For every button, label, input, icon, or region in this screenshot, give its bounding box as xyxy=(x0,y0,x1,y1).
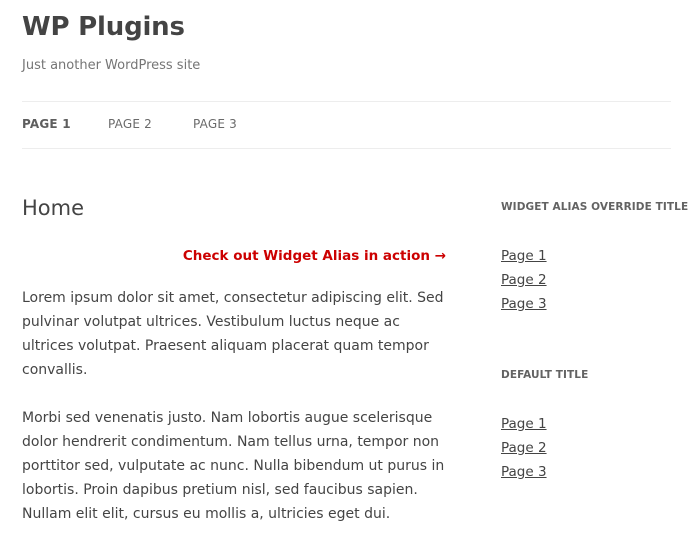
widget-default: Default Title Page 1 Page 2 Page 3 xyxy=(501,369,676,483)
content-paragraph-2: Morbi sed venenatis justo. Nam lobortis … xyxy=(22,410,445,522)
nav-item-page-2[interactable]: Page 2 xyxy=(108,117,152,131)
site-description: Just another WordPress site xyxy=(22,58,201,73)
widget-link-list: Page 1 Page 2 Page 3 xyxy=(501,411,676,483)
widget-link-page-3[interactable]: Page 3 xyxy=(501,296,547,312)
list-item: Page 1 xyxy=(501,243,676,267)
content-paragraph-1: Lorem ipsum dolor sit amet, consectetur … xyxy=(22,290,444,378)
entry-title: Home xyxy=(22,196,85,220)
widget-link-page-2[interactable]: Page 2 xyxy=(501,440,547,456)
list-item: Page 3 xyxy=(501,459,676,483)
widget-link-page-1[interactable]: Page 1 xyxy=(501,416,547,432)
widget-title: Default Title xyxy=(501,369,589,381)
site-title[interactable]: WP Plugins xyxy=(22,12,185,42)
widget-alias-override: Widget Alias Override Title Page 1 Page … xyxy=(501,201,689,315)
widget-link-page-2[interactable]: Page 2 xyxy=(501,272,547,288)
widget-link-page-1[interactable]: Page 1 xyxy=(501,248,547,264)
nav-item-page-1[interactable]: Page 1 xyxy=(22,117,71,131)
list-item: Page 3 xyxy=(501,291,676,315)
list-item: Page 2 xyxy=(501,267,676,291)
widget-title: Widget Alias Override Title xyxy=(501,201,689,213)
widget-link-list: Page 1 Page 2 Page 3 xyxy=(501,243,676,315)
nav-item-page-3[interactable]: Page 3 xyxy=(193,117,237,131)
widget-alias-callout: Check out Widget Alias in action → xyxy=(182,248,446,264)
main-navigation: Page 1 Page 2 Page 3 xyxy=(22,101,671,149)
entry-content: Lorem ipsum dolor sit amet, consectetur … xyxy=(22,286,452,550)
widget-link-page-3[interactable]: Page 3 xyxy=(501,464,547,480)
list-item: Page 2 xyxy=(501,435,676,459)
list-item: Page 1 xyxy=(501,411,676,435)
